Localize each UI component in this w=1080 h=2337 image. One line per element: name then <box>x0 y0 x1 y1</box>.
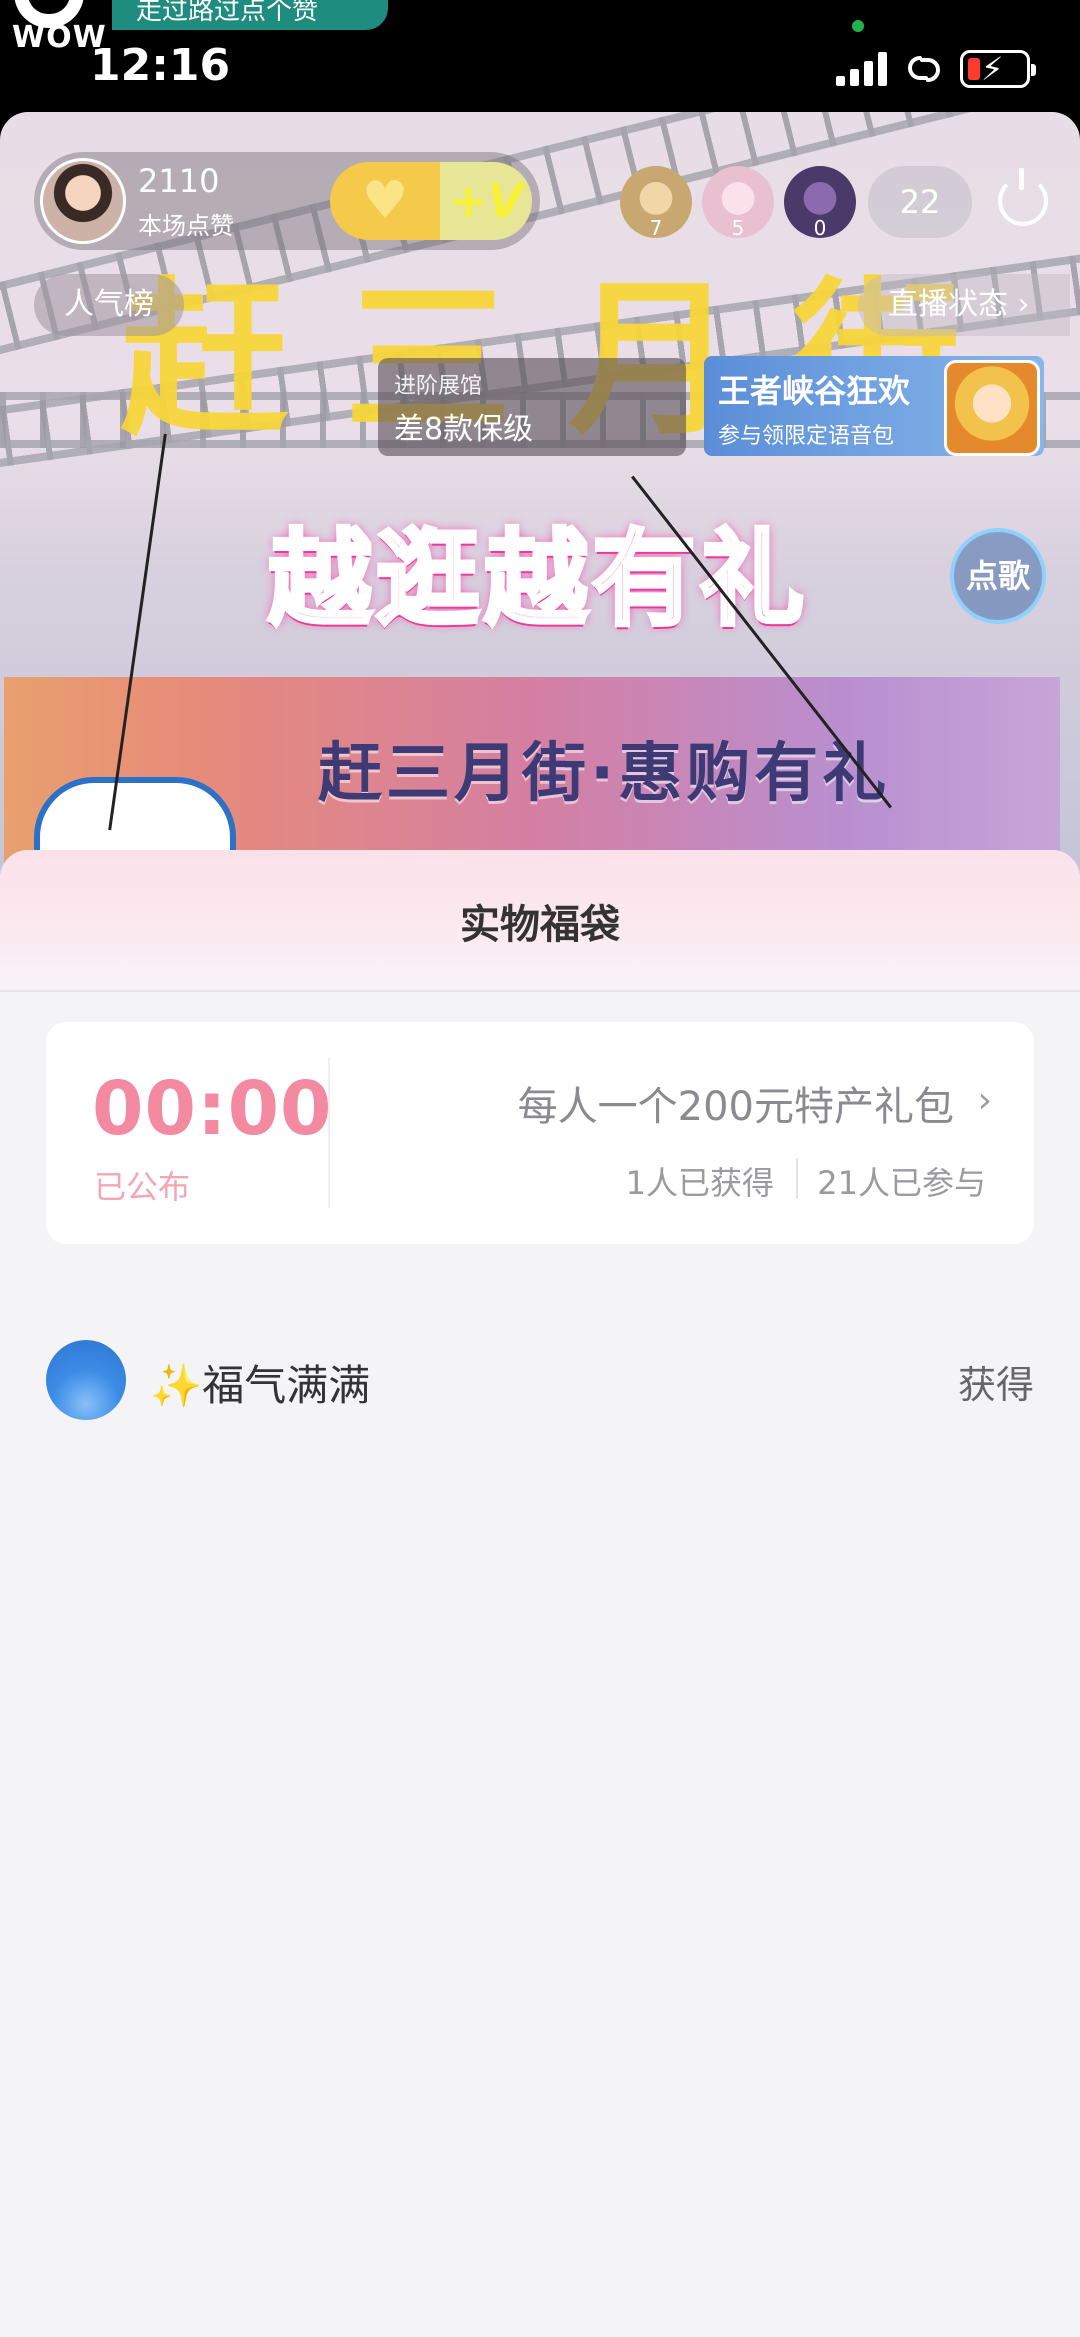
winners-count: 1人已获得 <box>625 1164 774 1202</box>
viewer-avatar[interactable]: 0 <box>784 166 856 240</box>
top-notification-banner[interactable]: 走过路过点个赞 <box>112 0 388 30</box>
winner-status: 获得 <box>957 1363 1034 1407</box>
stage-subtitle: 越逛越有礼 <box>266 516 809 642</box>
privacy-indicator-icon <box>852 20 864 32</box>
countdown-status: 已公布 <box>94 1168 191 1206</box>
chevron-right-icon[interactable]: › <box>978 1080 992 1121</box>
link-status-icon <box>908 56 940 82</box>
host-likes-count: 2110 <box>138 162 220 200</box>
winner-name: ✨福气满满 <box>150 1352 370 1413</box>
board-text: 赶三月街·惠购有礼 <box>318 737 891 811</box>
countdown-timer: 00:00 <box>92 1066 333 1152</box>
follow-plus-v-button[interactable]: +V <box>440 162 532 240</box>
viewer-avatar[interactable]: 5 <box>702 166 774 240</box>
exhibit-detail: 差8款保级 <box>394 412 534 447</box>
popularity-rank-button[interactable]: 人气榜 <box>34 274 184 336</box>
viewer-badge-count: 0 <box>813 216 827 240</box>
power-icon[interactable] <box>998 168 1048 226</box>
status-time: 12:16 <box>90 40 231 91</box>
sparkle-icon: ✨ <box>150 1361 203 1410</box>
sheet-title: 实物福袋 <box>460 902 620 948</box>
heart-icon[interactable]: ♥ <box>330 162 440 240</box>
participants-count: 21人已参与 <box>817 1164 986 1202</box>
cellular-signal-icon <box>836 52 888 86</box>
host-info-pill[interactable]: 2110 本场点赞 ♥ +V <box>34 152 540 250</box>
viewer-total-count[interactable]: 22 <box>868 166 972 238</box>
viewer-avatar[interactable]: 7 <box>620 166 692 240</box>
game-character-icon[interactable] <box>944 360 1040 456</box>
host-avatar[interactable] <box>40 158 126 244</box>
divider <box>796 1158 798 1198</box>
battery-charging-icon: ⚡ <box>960 50 1036 88</box>
viewer-badge-count: 5 <box>731 216 745 240</box>
prize-description[interactable]: 每人一个200元特产礼包 <box>518 1074 954 1132</box>
winner-name-text: 福气满满 <box>202 1361 371 1410</box>
viewer-badge-count: 7 <box>649 216 663 240</box>
lucky-bag-sheet: 实物福袋 00:00 已公布 每人一个200元特产礼包 › 1人已获得 21人已… <box>0 850 1080 2337</box>
host-likes-label: 本场点赞 <box>138 212 234 240</box>
exhibit-hall-card[interactable]: 进阶展馆 差8款保级 <box>378 358 686 456</box>
sheet-header: 实物福袋 <box>0 850 1080 992</box>
winner-row[interactable]: ✨福气满满 获得 <box>46 1338 1034 1422</box>
status-bar: WOW 走过路过点个赞 12:16 ⚡ <box>0 0 1080 112</box>
divider <box>328 1058 330 1208</box>
winner-avatar[interactable] <box>46 1340 126 1420</box>
exhibit-title: 进阶展馆 <box>394 374 483 399</box>
live-status-label: 直播状态 <box>888 287 1008 322</box>
song-request-button[interactable]: 点歌 <box>950 528 1046 624</box>
live-status-button[interactable]: 直播状态 › <box>858 274 1070 336</box>
lucky-bag-card[interactable]: 00:00 已公布 每人一个200元特产礼包 › 1人已获得 21人已参与 <box>46 1022 1034 1244</box>
